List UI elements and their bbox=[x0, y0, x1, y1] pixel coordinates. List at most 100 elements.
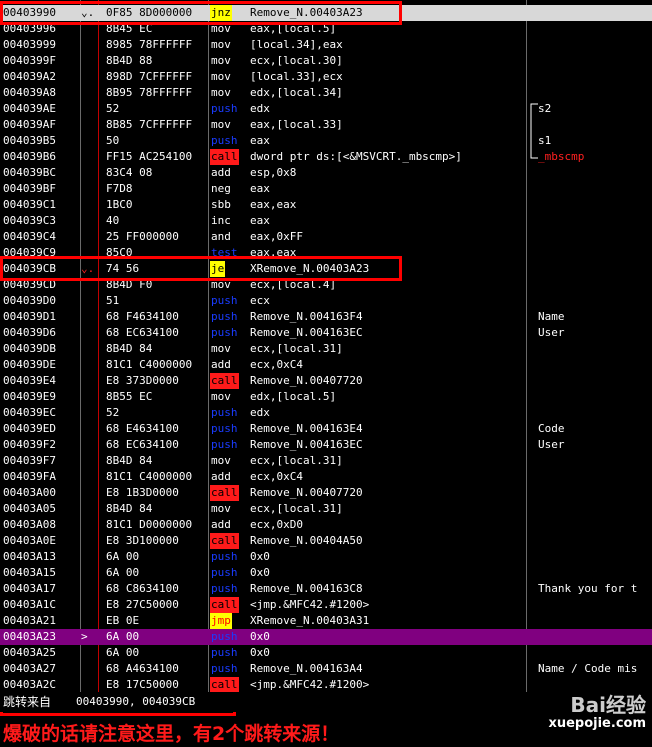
code-row[interactable]: 00403A2C E8 17C50000 call <jmp.&MFC42.#1200… bbox=[0, 677, 652, 693]
operands-cell: Remove_N.004163F4 bbox=[250, 310, 363, 323]
mnemonic-cell: sbb bbox=[211, 198, 231, 211]
mnemonic-cell: neg bbox=[211, 182, 231, 195]
mnemonic-cell: mov bbox=[211, 454, 231, 467]
hex-bytes-cell: 40 bbox=[106, 214, 120, 227]
address-cell: 00403999 bbox=[3, 38, 56, 51]
comment-cell: Code bbox=[538, 422, 565, 435]
hex-bytes-cell: 68 A4634100 bbox=[106, 662, 179, 675]
hex-bytes-cell: E8 373D0000 bbox=[106, 374, 179, 387]
operands-cell: edx,[local.34] bbox=[250, 86, 343, 99]
mnemonic-cell: call bbox=[210, 597, 239, 613]
address-cell: 004039BF bbox=[3, 182, 56, 195]
code-row[interactable]: 004039E9 8B55 EC mov edx,[local.5] bbox=[0, 389, 652, 405]
code-row[interactable]: 004039DE 81C1 C4000000 add ecx,0xC4 bbox=[0, 357, 652, 373]
hex-bytes-cell: 8B4D 84 bbox=[106, 502, 153, 515]
hex-bytes-cell: 6A 00 bbox=[106, 550, 140, 563]
code-row[interactable]: 0040399F 8B4D 88 mov ecx,[local.30] bbox=[0, 53, 652, 69]
address-cell: 004039B5 bbox=[3, 134, 56, 147]
address-cell: 004039ED bbox=[3, 422, 56, 435]
code-row[interactable]: 00403999 8985 78FFFFFF mov [local.34],eax bbox=[0, 37, 652, 53]
address-cell: 00403A0E bbox=[3, 534, 56, 547]
operands-cell: [local.33],ecx bbox=[250, 70, 343, 83]
code-row[interactable]: 004039BF F7D8 neg eax bbox=[0, 181, 652, 197]
code-row[interactable]: 00403A17 68 C8634100 push Remove_N.004163C8… bbox=[0, 581, 652, 597]
code-row[interactable]: 004039FA 81C1 C4000000 add ecx,0xC4 bbox=[0, 469, 652, 485]
code-row[interactable]: 004039A8 8B95 78FFFFFF mov edx,[local.34] bbox=[0, 85, 652, 101]
disassembly-pane[interactable]: 00403990 ⌄. 0F85 8D000000 jnz Remove_N.00403… bbox=[0, 0, 652, 693]
code-row[interactable]: 004039B6 FF15 AC254100 call dword ptr ds:[<… bbox=[0, 149, 652, 165]
code-row[interactable]: 004039BC 83C4 08 add esp,0x8 bbox=[0, 165, 652, 181]
code-row[interactable]: 004039C1 1BC0 sbb eax,eax bbox=[0, 197, 652, 213]
address-cell: 00403990 bbox=[3, 6, 56, 19]
address-cell: 004039A8 bbox=[3, 86, 56, 99]
address-cell: 004039FA bbox=[3, 470, 56, 483]
code-row[interactable]: 00403A0E E8 3D100000 call Remove_N.00404A50 bbox=[0, 533, 652, 549]
hex-bytes-cell: 0F85 8D000000 bbox=[106, 6, 193, 19]
hex-bytes-cell: 8B55 EC bbox=[106, 390, 153, 403]
mnemonic-cell: push bbox=[211, 294, 238, 307]
operands-cell: XRemove_N.00403A23 bbox=[250, 262, 370, 275]
code-row[interactable]: 004039DB 8B4D 84 mov ecx,[local.31] bbox=[0, 341, 652, 357]
code-row[interactable]: 004039AF 8B85 7CFFFFFF mov eax,[local.33] bbox=[0, 117, 652, 133]
code-row[interactable]: 004039C3 40 inc eax bbox=[0, 213, 652, 229]
address-cell: 004039AF bbox=[3, 118, 56, 131]
code-row[interactable]: 00403A05 8B4D 84 mov ecx,[local.31] bbox=[0, 501, 652, 517]
address-cell: 00403996 bbox=[3, 22, 56, 35]
hex-bytes-cell: 8B4D 88 bbox=[106, 54, 153, 67]
hex-bytes-cell: 52 bbox=[106, 102, 120, 115]
address-cell: 004039E4 bbox=[3, 374, 56, 387]
operands-cell: 0x0 bbox=[250, 550, 270, 563]
code-row[interactable]: 00403A21 EB 0E jmp XRemove_N.00403A31 bbox=[0, 613, 652, 629]
comment-cell: Name bbox=[538, 310, 565, 323]
mnemonic-cell: push bbox=[211, 582, 238, 595]
address-cell: 00403A23 bbox=[3, 630, 56, 643]
operands-cell: edx bbox=[250, 102, 270, 115]
code-row[interactable]: 004039A2 898D 7CFFFFFF mov [local.33],ecx bbox=[0, 69, 652, 85]
operands-cell: edx,[local.5] bbox=[250, 390, 337, 403]
code-row[interactable]: 00403A13 6A 00 push 0x0 bbox=[0, 549, 652, 565]
operands-cell: ecx,[local.4] bbox=[250, 278, 337, 291]
mnemonic-cell: call bbox=[210, 485, 239, 501]
mnemonic-cell: add bbox=[211, 518, 231, 531]
code-row[interactable]: 004039F2 68 EC634100 push Remove_N.004163EC… bbox=[0, 437, 652, 453]
hex-bytes-cell: E8 1B3D0000 bbox=[106, 486, 179, 499]
operands-cell: Remove_N.00407720 bbox=[250, 486, 363, 499]
code-row[interactable]: 00403A1C E8 27C50000 call <jmp.&MFC42.#1200… bbox=[0, 597, 652, 613]
code-row[interactable]: 00403A23 >6A 00 push 0x0 bbox=[0, 629, 652, 645]
hex-bytes-cell: 51 bbox=[106, 294, 120, 307]
code-row[interactable]: 00403A15 6A 00 push 0x0 bbox=[0, 565, 652, 581]
address-cell: 004039AE bbox=[3, 102, 56, 115]
code-row[interactable]: 004039F7 8B4D 84 mov ecx,[local.31] bbox=[0, 453, 652, 469]
operands-cell: <jmp.&MFC42.#1200> bbox=[250, 678, 370, 691]
code-row[interactable]: 00403A00 E8 1B3D0000 call Remove_N.00407720 bbox=[0, 485, 652, 501]
code-row[interactable]: 00403A27 68 A4634100 push Remove_N.004163A4… bbox=[0, 661, 652, 677]
code-row[interactable]: 004039D1 68 F4634100 push Remove_N.004163F4… bbox=[0, 309, 652, 325]
code-row[interactable]: 004039ED 68 E4634100 push Remove_N.004163E4… bbox=[0, 421, 652, 437]
code-row[interactable]: 00403A08 81C1 D0000000 add ecx,0xD0 bbox=[0, 517, 652, 533]
mnemonic-cell: mov bbox=[211, 70, 231, 83]
code-row[interactable]: 004039C9 85C0 test eax,eax bbox=[0, 245, 652, 261]
code-row[interactable]: 004039C4 25 FF000000 and eax,0xFF bbox=[0, 229, 652, 245]
mnemonic-cell: mov bbox=[211, 278, 231, 291]
jump-marker: ⌄. bbox=[81, 6, 95, 19]
address-cell: 00403A21 bbox=[3, 614, 56, 627]
operands-cell: Remove_N.004163EC bbox=[250, 438, 363, 451]
code-row[interactable]: 004039CB ⌄. 74 56 je XRemove_N.00403A23 bbox=[0, 261, 652, 277]
status-value: 00403990, 004039CB bbox=[76, 695, 196, 708]
mnemonic-cell: add bbox=[211, 358, 231, 371]
code-row[interactable]: 004039AE 52 push edx s2 bbox=[0, 101, 652, 117]
code-row[interactable]: 004039D6 68 EC634100 push Remove_N.004163EC… bbox=[0, 325, 652, 341]
mnemonic-cell: mov bbox=[211, 54, 231, 67]
code-row[interactable]: 00403996 8B45 EC mov eax,[local.5] bbox=[0, 21, 652, 37]
address-cell: 004039C1 bbox=[3, 198, 56, 211]
code-row[interactable]: 004039B5 50 push eax s1 bbox=[0, 133, 652, 149]
code-row[interactable]: 004039E4 E8 373D0000 call Remove_N.00407720 bbox=[0, 373, 652, 389]
hex-bytes-cell: 52 bbox=[106, 406, 120, 419]
code-row[interactable]: 004039D0 51 push ecx bbox=[0, 293, 652, 309]
code-row[interactable]: 00403990 ⌄. 0F85 8D000000 jnz Remove_N.00403… bbox=[0, 5, 652, 21]
code-row[interactable]: 004039EC 52 push edx bbox=[0, 405, 652, 421]
mnemonic-cell: push bbox=[211, 310, 238, 323]
code-row[interactable]: 004039CD 8B4D F0 mov ecx,[local.4] bbox=[0, 277, 652, 293]
mnemonic-cell: jmp bbox=[210, 613, 232, 629]
code-row[interactable]: 00403A25 6A 00 push 0x0 bbox=[0, 645, 652, 661]
